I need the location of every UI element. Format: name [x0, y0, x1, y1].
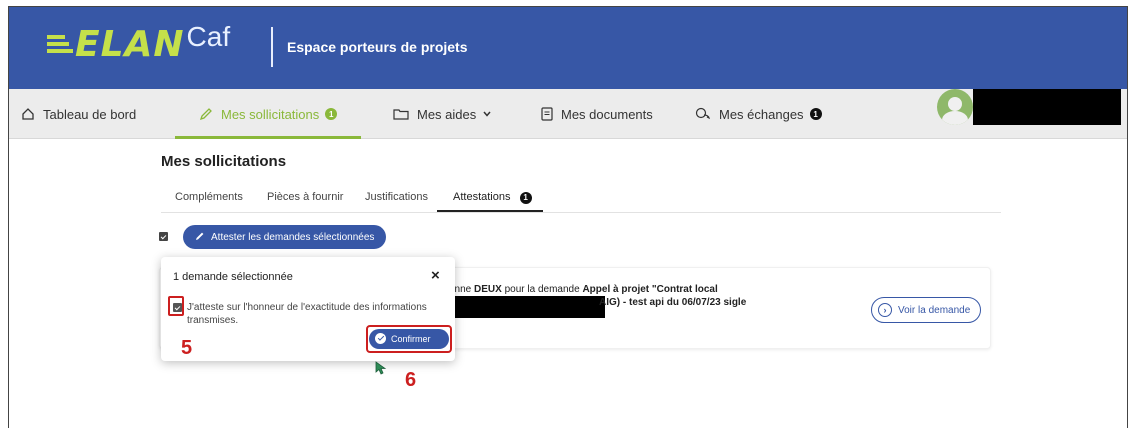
- logo-caf-text: Caf: [186, 21, 231, 52]
- header-title: Espace porteurs de projets: [287, 39, 468, 55]
- document-icon: [541, 107, 553, 121]
- attest-statement: J'atteste sur l'honneur de l'exactitude …: [187, 302, 427, 326]
- chat-icon: [695, 107, 711, 121]
- select-all-checkbox[interactable]: [159, 232, 168, 241]
- redacted-request-info: [437, 296, 605, 318]
- chevron-down-icon: [482, 109, 492, 119]
- step6-highlight: [366, 325, 452, 353]
- tab-label: Attestations: [453, 191, 511, 203]
- folder-icon: [393, 107, 409, 121]
- nav-item-mes-documents[interactable]: Mes documents: [541, 89, 653, 139]
- app-header: ELAN Caf Espace porteurs de projets: [9, 7, 1127, 89]
- nav-item-mes-echanges[interactable]: Mes échanges 1: [695, 89, 822, 139]
- tab-complements[interactable]: Compléments: [175, 191, 243, 203]
- nav-badge: 1: [809, 108, 822, 120]
- step-6-label: 6: [405, 369, 417, 391]
- popup-title: 1 demande sélectionnée: [173, 271, 293, 283]
- close-icon[interactable]: ×: [431, 267, 440, 284]
- step5-highlight: [168, 296, 184, 316]
- card-line1-name: DEUX: [474, 284, 502, 295]
- sollicitation-tabs: Compléments Pièces à fournir Justificati…: [161, 183, 1001, 213]
- active-tab-indicator: [437, 210, 543, 212]
- tab-pieces-a-fournir[interactable]: Pièces à fournir: [267, 191, 343, 203]
- nav-label: Mes aides: [417, 106, 477, 122]
- mouse-cursor-icon: [375, 361, 387, 380]
- nav-label: Tableau de bord: [43, 106, 137, 122]
- header-separator: [271, 27, 273, 67]
- tab-justifications[interactable]: Justifications: [365, 191, 428, 203]
- avatar-head: [948, 97, 962, 111]
- nav-label: Mes sollicitations: [221, 106, 320, 122]
- request-card-line2: AIG) - test api du 06/07/23 sigle: [599, 297, 747, 308]
- page-title: Mes sollicitations: [161, 153, 287, 170]
- attest-button-label: Attester les demandes sélectionnées: [211, 231, 375, 243]
- view-request-button[interactable]: › Voir la demande: [871, 297, 981, 323]
- logo-stripes: [47, 35, 73, 53]
- tab-badge: 1: [519, 191, 532, 204]
- pencil-icon: [195, 231, 205, 244]
- nav-item-mes-sollicitations[interactable]: Mes sollicitations 1: [199, 89, 338, 139]
- tab-attestations[interactable]: Attestations 1: [453, 191, 532, 204]
- pencil-icon: [199, 107, 213, 121]
- chevron-right-icon: ›: [878, 303, 892, 317]
- nav-item-tableau-de-bord[interactable]: Tableau de bord: [21, 89, 136, 139]
- request-card-line1: enne DEUX pour la demande Appel à projet…: [449, 284, 718, 295]
- nav-badge: 1: [325, 108, 338, 120]
- avatar-body: [942, 111, 968, 125]
- home-icon: [21, 107, 35, 121]
- nav-label: Mes documents: [561, 106, 653, 122]
- step-5-label: 5: [181, 337, 193, 359]
- active-nav-indicator: [175, 136, 361, 139]
- view-request-label: Voir la demande: [898, 304, 971, 316]
- card-line1-type: Appel à projet "Contrat local: [582, 284, 718, 295]
- nav-item-mes-aides[interactable]: Mes aides: [393, 89, 500, 139]
- logo-elan-text: ELAN: [75, 23, 185, 65]
- redacted-user-name: [973, 89, 1121, 125]
- nav-label: Mes échanges: [719, 106, 804, 122]
- user-avatar[interactable]: [937, 89, 973, 125]
- elan-caf-logo[interactable]: ELAN Caf: [47, 19, 230, 69]
- card-line1-mid: pour la demande: [501, 284, 583, 295]
- attest-selected-button[interactable]: Attester les demandes sélectionnées: [183, 225, 387, 249]
- app-window: ELAN Caf Espace porteurs de projets Tabl…: [8, 6, 1128, 428]
